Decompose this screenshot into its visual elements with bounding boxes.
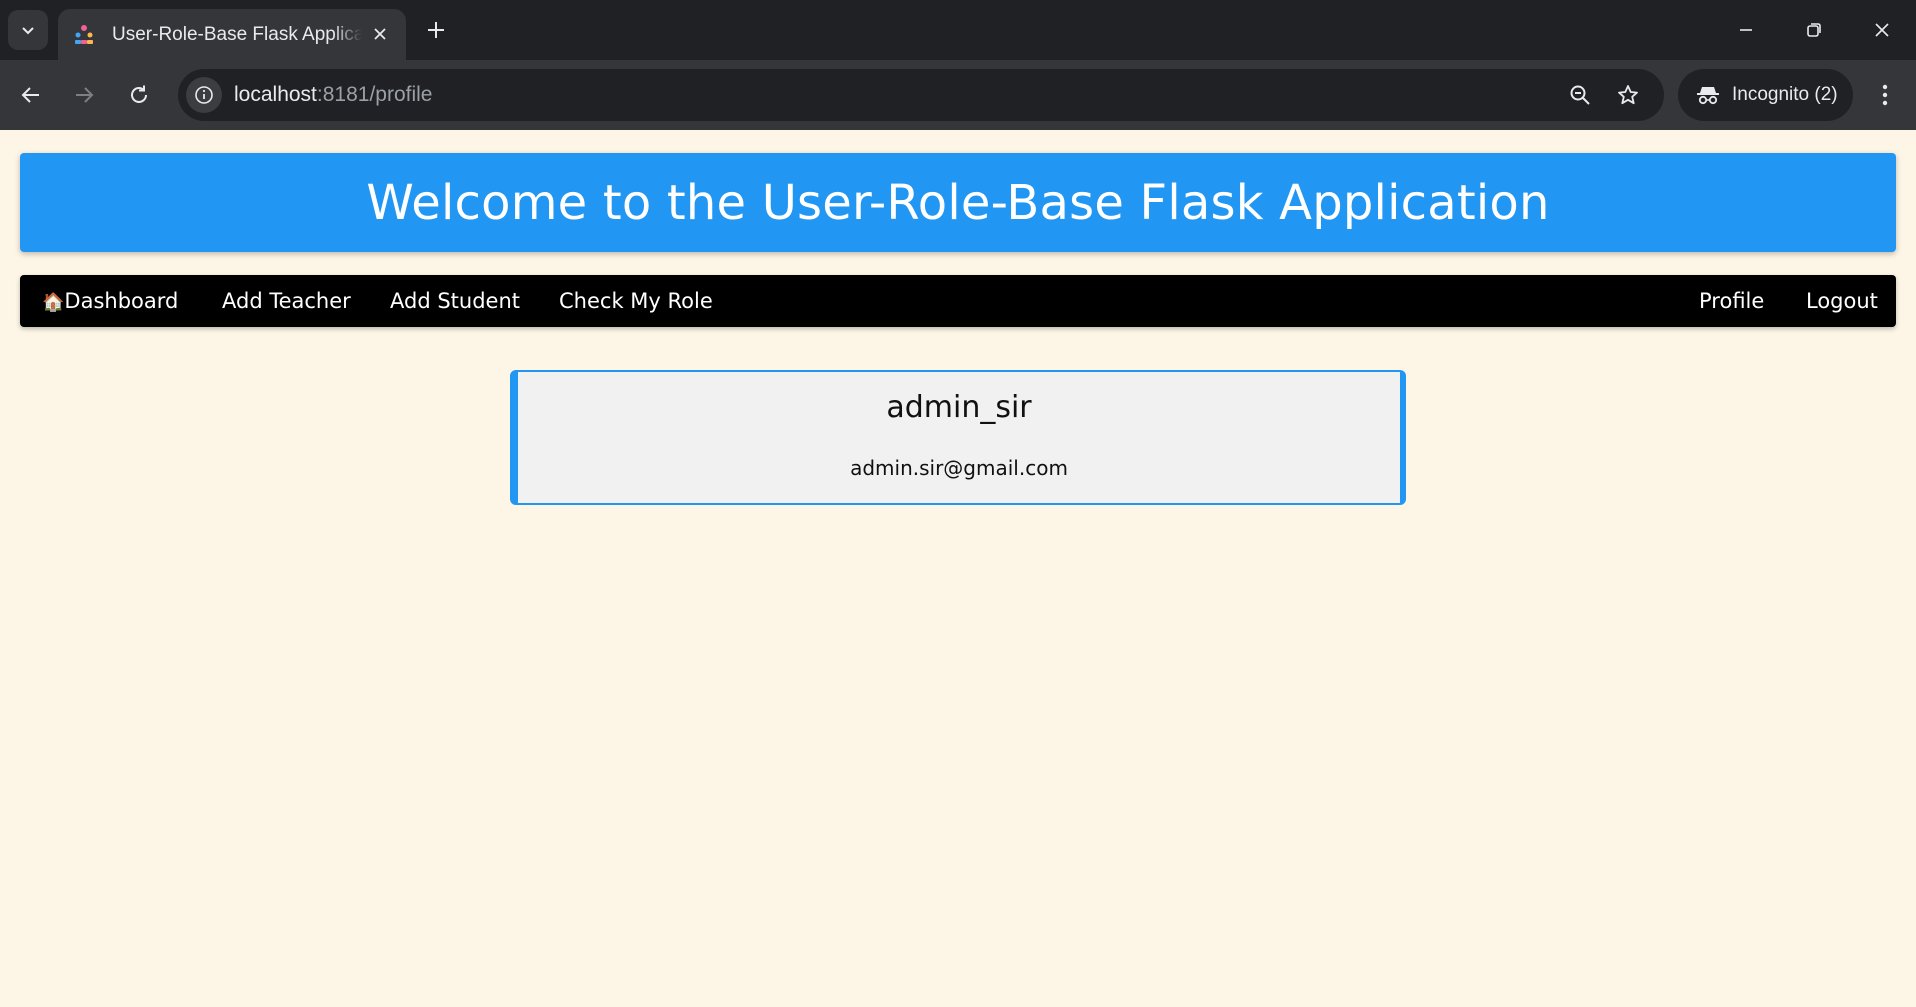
nav-add-student[interactable]: Add Student bbox=[390, 275, 520, 327]
close-icon bbox=[1875, 23, 1889, 37]
page-header: Welcome to the User-Role-Base Flask Appl… bbox=[20, 153, 1896, 252]
restore-icon bbox=[1807, 23, 1821, 37]
chevron-down-icon bbox=[22, 27, 34, 35]
browser-tab-strip: User-Role-Base Flask Application bbox=[0, 0, 1916, 60]
url-text[interactable]: localhost:8181/profile bbox=[234, 83, 432, 107]
nav-check-my-role[interactable]: Check My Role bbox=[559, 275, 713, 327]
nav-dashboard[interactable]: 🏠Dashboard bbox=[42, 275, 178, 327]
profile-email: admin.sir@gmail.com bbox=[850, 456, 1068, 480]
more-vertical-icon bbox=[1882, 84, 1888, 106]
url-path: :8181/profile bbox=[316, 83, 433, 106]
nav-dashboard-label: Dashboard bbox=[64, 289, 179, 313]
incognito-label: Incognito (2) bbox=[1732, 84, 1838, 105]
minimize-button[interactable] bbox=[1712, 0, 1780, 60]
arrow-left-icon bbox=[21, 87, 39, 103]
nav-add-teacher[interactable]: Add Teacher bbox=[222, 275, 351, 327]
address-bar[interactable]: localhost:8181/profile bbox=[178, 69, 1664, 121]
incognito-icon bbox=[1697, 87, 1719, 105]
browser-toolbar: localhost:8181/profile Incognito (2) bbox=[0, 60, 1916, 130]
tab-search-button[interactable] bbox=[8, 10, 48, 50]
house-icon: 🏠 bbox=[42, 292, 65, 313]
page-title: Welcome to the User-Role-Base Flask Appl… bbox=[366, 174, 1550, 231]
zoom-icon[interactable] bbox=[1564, 79, 1596, 111]
page-content: Welcome to the User-Role-Base Flask Appl… bbox=[0, 130, 1916, 1007]
profile-card: admin_sir admin.sir@gmail.com bbox=[510, 370, 1406, 505]
browser-menu-button[interactable] bbox=[1870, 77, 1900, 113]
browser-tab[interactable]: User-Role-Base Flask Application bbox=[58, 9, 406, 60]
nav-logout[interactable]: Logout bbox=[1806, 275, 1878, 327]
reload-icon bbox=[131, 85, 147, 103]
back-button[interactable] bbox=[13, 77, 49, 113]
arrow-right-icon bbox=[76, 87, 94, 103]
bookmark-star-icon[interactable] bbox=[1612, 79, 1644, 111]
new-tab-button[interactable] bbox=[420, 14, 452, 46]
app-favicon-icon bbox=[72, 23, 96, 47]
close-window-button[interactable] bbox=[1848, 0, 1916, 60]
plus-icon bbox=[428, 22, 444, 38]
restore-button[interactable] bbox=[1780, 0, 1848, 60]
reload-button[interactable] bbox=[121, 77, 157, 113]
minimize-icon bbox=[1740, 29, 1752, 31]
main-navbar: 🏠Dashboard Add Teacher Add Student Check… bbox=[20, 275, 1896, 327]
profile-username: admin_sir bbox=[886, 390, 1032, 425]
incognito-indicator[interactable]: Incognito (2) bbox=[1678, 69, 1853, 121]
tab-title: User-Role-Base Flask Application bbox=[112, 23, 362, 45]
forward-button[interactable] bbox=[66, 77, 102, 113]
site-info-icon[interactable] bbox=[186, 77, 222, 113]
url-host: localhost bbox=[234, 83, 317, 106]
tab-close-icon[interactable] bbox=[368, 22, 392, 46]
nav-profile[interactable]: Profile bbox=[1699, 275, 1764, 327]
